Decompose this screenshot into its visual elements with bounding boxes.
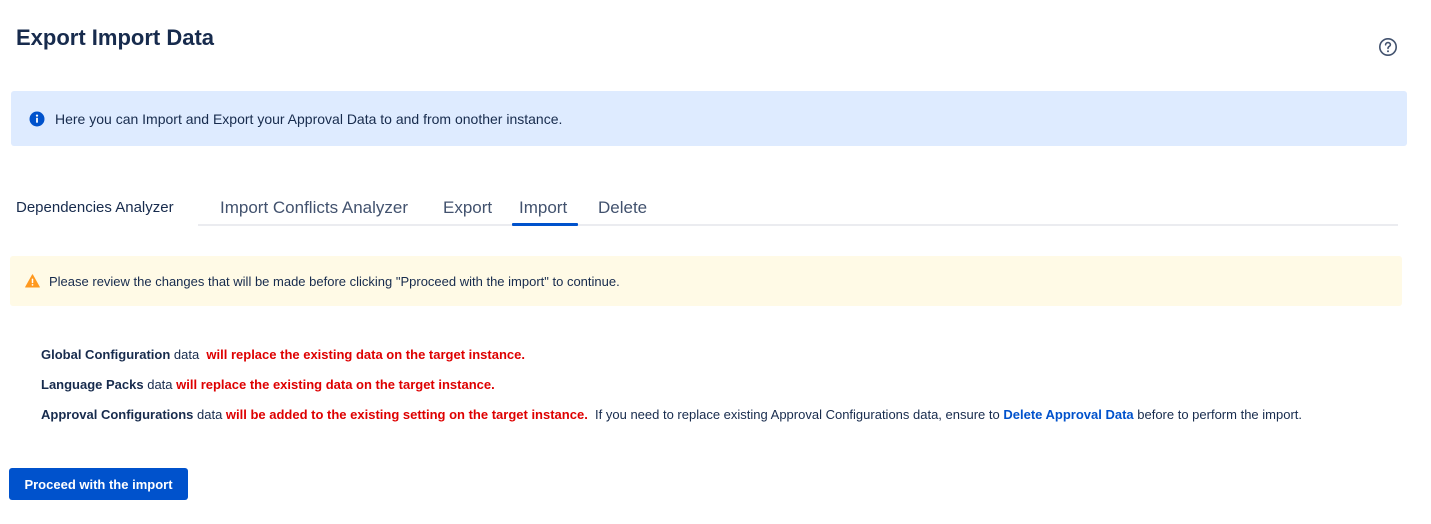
change-summary: Global Configuration data will replace t… [41,347,1302,437]
delete-approval-data-link[interactable]: Delete Approval Data [1003,407,1133,422]
change-item-effect: will replace the existing data on the ta… [176,377,495,392]
page-title: Export Import Data [16,25,215,50]
tab-bar: Dependencies Analyzer Import Conflicts A… [0,190,1398,226]
change-item-suffix: data [143,377,177,392]
change-line-global-configuration: Global Configuration data will replace t… [41,347,1302,377]
change-line-approval-configurations: Approval Configurations data will be add… [41,407,1302,437]
tab-import[interactable]: Import [519,198,567,218]
change-item-effect: will replace the existing data on the ta… [206,347,525,362]
tab-dependencies-analyzer[interactable]: Dependencies Analyzer [16,199,174,216]
change-item-suffix: data [193,407,226,422]
info-circle-icon [29,111,45,126]
change-item-name: Language Packs [41,377,144,392]
tab-active-indicator [512,223,578,226]
warning-banner: Please review the changes that will be m… [10,256,1402,306]
change-item-name: Global Configuration [41,347,171,362]
change-item-effect: will be added to the existing setting on… [225,407,588,422]
change-item-suffix: data [170,347,207,362]
question-circle-icon[interactable] [1378,37,1398,57]
change-line-language-packs: Language Packs data will replace the exi… [41,377,1302,407]
tab-bar-divider [198,224,1398,226]
change-item-note: If you need to replace existing Approval… [587,407,1004,422]
export-import-page: Export Import Data Here you can Import a… [0,0,1431,524]
warning-banner-text: Please review the changes that will be m… [49,273,620,289]
info-banner: Here you can Import and Export your Appr… [11,91,1407,146]
change-item-note-end: before to perform the import. [1133,407,1302,422]
warning-triangle-icon [25,274,40,288]
proceed-with-import-button[interactable]: Proceed with the import [9,468,188,500]
info-banner-text: Here you can Import and Export your Appr… [55,110,563,127]
tab-export[interactable]: Export [443,198,492,218]
tab-import-conflicts-analyzer[interactable]: Import Conflicts Analyzer [220,198,408,218]
tab-delete[interactable]: Delete [598,198,647,218]
change-item-name: Approval Configurations [41,407,194,422]
